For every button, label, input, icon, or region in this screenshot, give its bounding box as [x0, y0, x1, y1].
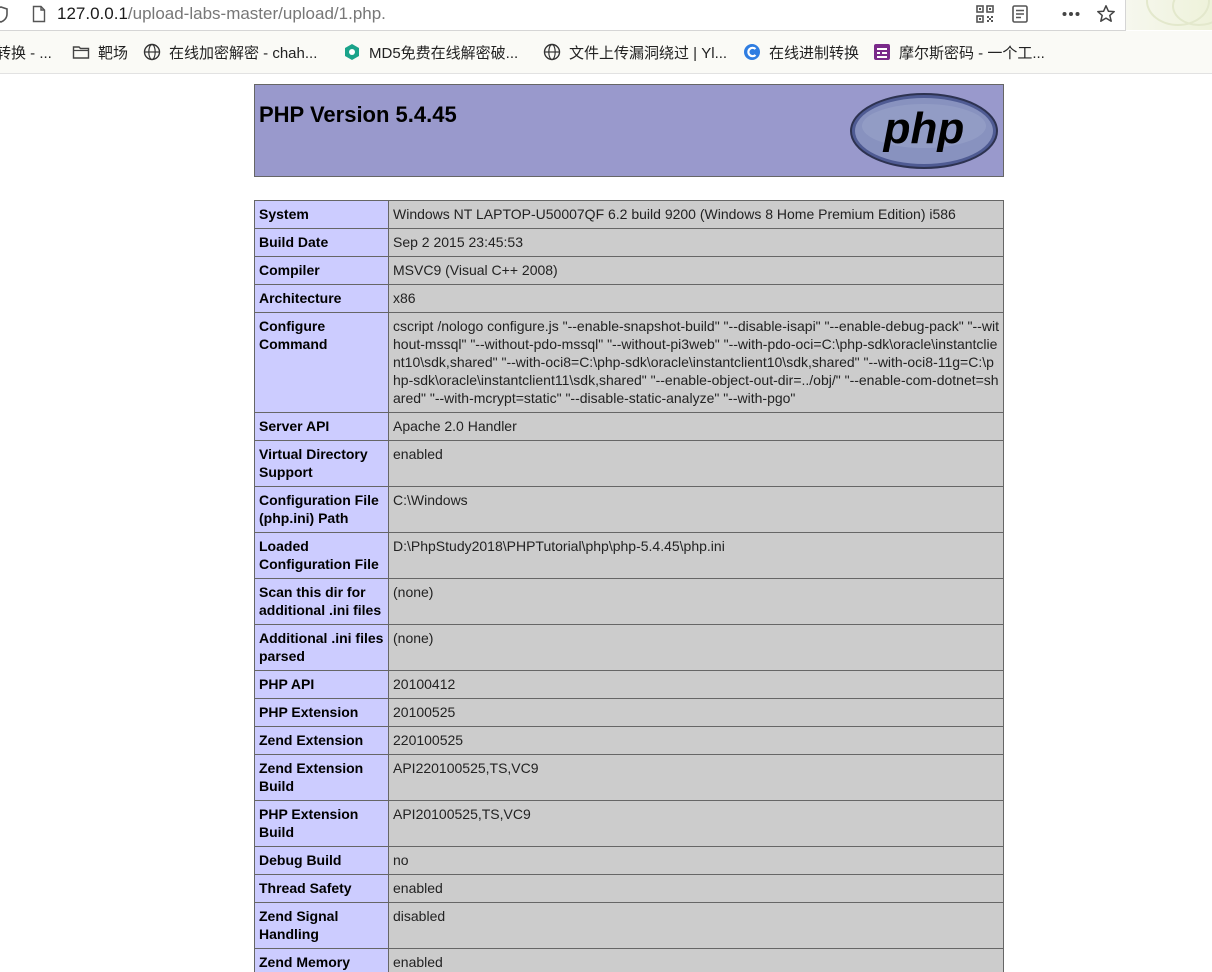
more-icon[interactable] — [1061, 4, 1081, 24]
row-value: D:\PhpStudy2018\PHPTutorial\php\php-5.4.… — [388, 532, 1004, 579]
qr-code-icon[interactable] — [975, 4, 995, 24]
row-value: cscript /nologo configure.js "--enable-s… — [388, 312, 1004, 413]
bookmark-label: 文件上传漏洞绕过 | Yl... — [569, 44, 728, 62]
theme-decoration — [1126, 0, 1212, 30]
bookmark-item[interactable]: 文件上传漏洞绕过 | Yl... — [543, 42, 727, 62]
row-value: x86 — [388, 284, 1004, 313]
row-label: Scan this dir for additional .ini files — [254, 578, 389, 625]
row-value: 220100525 — [388, 726, 1004, 755]
c-site-icon — [744, 44, 760, 60]
row-label: Zend Signal Handling — [254, 902, 389, 949]
row-label: Debug Build — [254, 846, 389, 875]
reader-view-icon[interactable] — [1010, 4, 1030, 24]
phpinfo-header: PHP Version 5.4.45 php — [254, 84, 1004, 177]
table-row: Configure Command cscript /nologo configu… — [254, 312, 1004, 413]
md5-site-icon — [345, 44, 359, 60]
bookmark-label: MD5免费在线解密破... — [369, 44, 519, 62]
table-row: PHP Extension Build API20100525,TS,VC9 — [254, 800, 1004, 847]
table-row: Loaded Configuration File D:\PhpStudy2018… — [254, 532, 1004, 579]
table-row: Zend Extension 220100525 — [254, 726, 1004, 755]
row-label: Configuration File (php.ini) Path — [254, 486, 389, 533]
row-value: MSVC9 (Visual C++ 2008) — [388, 256, 1004, 285]
row-label: Zend Extension Build — [254, 754, 389, 801]
table-row: PHP API 20100412 — [254, 670, 1004, 699]
address-bar[interactable]: 127.0.0.1/upload-labs-master/upload/1.ph… — [0, 0, 1126, 31]
row-value: C:\Windows — [388, 486, 1004, 533]
row-label: PHP API — [254, 670, 389, 699]
table-row: Additional .ini files parsed (none) — [254, 624, 1004, 671]
table-row: Zend Extension Build API220100525,TS,VC9 — [254, 754, 1004, 801]
table-row: Server API Apache 2.0 Handler — [254, 412, 1004, 441]
bookmark-label: 在线进制转换 — [769, 44, 860, 62]
table-row: Thread Safety enabled — [254, 874, 1004, 903]
morse-site-icon — [874, 44, 890, 60]
row-label: Loaded Configuration File — [254, 532, 389, 579]
row-value: 20100412 — [388, 670, 1004, 699]
table-row: Virtual Directory Support enabled — [254, 440, 1004, 487]
url-path: /upload-labs-master/upload/1.php. — [127, 4, 386, 23]
row-value: enabled — [388, 948, 1004, 972]
row-value: API220100525,TS,VC9 — [388, 754, 1004, 801]
page-title: PHP Version 5.4.45 — [259, 102, 457, 127]
table-row: Zend Signal Handling disabled — [254, 902, 1004, 949]
table-row: Scan this dir for additional .ini files(… — [254, 578, 1004, 625]
table-row: Debug Build no — [254, 846, 1004, 875]
table-row: PHP Extension 20100525 — [254, 698, 1004, 727]
bookmark-item[interactable]: MD5免费在线解密破... — [343, 42, 518, 62]
row-label: Thread Safety — [254, 874, 389, 903]
shield-icon[interactable] — [0, 6, 8, 23]
star-icon[interactable] — [1096, 4, 1116, 24]
row-value: enabled — [388, 440, 1004, 487]
row-value: no — [388, 846, 1004, 875]
bookmark-label: 转换 - ... — [0, 44, 52, 62]
bookmark-item[interactable]: 在线加密解密 - chah... — [143, 42, 317, 62]
url-text[interactable]: 127.0.0.1/upload-labs-master/upload/1.ph… — [57, 4, 386, 24]
table-row: Zend Memory Managerenabled — [254, 948, 1004, 972]
row-label: Zend Extension — [254, 726, 389, 755]
php-logo[interactable]: php — [850, 93, 998, 169]
row-value: API20100525,TS,VC9 — [388, 800, 1004, 847]
table-row: Architecture x86 — [254, 284, 1004, 313]
bookmark-item[interactable]: 转换 - ... — [0, 42, 52, 62]
row-label: Architecture — [254, 284, 389, 313]
row-label: PHP Extension Build — [254, 800, 389, 847]
row-label: Build Date — [254, 228, 389, 257]
row-value: Sep 2 2015 23:45:53 — [388, 228, 1004, 257]
bookmark-item[interactable]: 在线进制转换 — [743, 42, 859, 62]
row-value: enabled — [388, 874, 1004, 903]
folder-icon — [72, 46, 90, 59]
row-value: (none) — [388, 578, 1004, 625]
php-logo-text: php — [883, 104, 965, 153]
bookmark-label: 在线加密解密 - chah... — [169, 44, 318, 62]
table-row: Build Date Sep 2 2015 23:45:53 — [254, 228, 1004, 257]
row-label: PHP Extension — [254, 698, 389, 727]
table-row: Configuration File (php.ini) Path C:\Wind… — [254, 486, 1004, 533]
bookmarks-bar: 转换 - ... 靶场 在线加密解密 - chah... MD5免费在线解密破.… — [0, 31, 1212, 74]
row-label: Server API — [254, 412, 389, 441]
row-value: (none) — [388, 624, 1004, 671]
table-row: System Windows NT LAPTOP-U50007QF 6.2 bui… — [254, 200, 1004, 229]
row-label: Virtual Directory Support — [254, 440, 389, 487]
table-row: Compiler MSVC9 (Visual C++ 2008) — [254, 256, 1004, 285]
bookmark-item[interactable]: 摩尔斯密码 - 一个工... — [873, 42, 1045, 62]
page-content: PHP Version 5.4.45 php System Windows NT … — [0, 74, 1212, 972]
row-label: Zend Memory Manager — [254, 948, 389, 972]
row-label: Additional .ini files parsed — [254, 624, 389, 671]
row-label: System — [254, 200, 389, 229]
row-value: 20100525 — [388, 698, 1004, 727]
row-value: disabled — [388, 902, 1004, 949]
row-value: Apache 2.0 Handler — [388, 412, 1004, 441]
globe-icon — [543, 43, 561, 61]
page-icon — [32, 5, 46, 23]
row-label: Configure Command — [254, 312, 389, 413]
info-table: System Windows NT LAPTOP-U50007QF 6.2 bui… — [254, 200, 1004, 972]
url-host: 127.0.0.1 — [57, 4, 128, 23]
row-value: Windows NT LAPTOP-U50007QF 6.2 build 920… — [388, 200, 1004, 229]
row-label: Compiler — [254, 256, 389, 285]
bookmark-label: 靶场 — [98, 44, 129, 62]
globe-icon — [143, 43, 161, 61]
bookmark-label: 摩尔斯密码 - 一个工... — [899, 44, 1045, 62]
bookmark-folder[interactable]: 靶场 — [72, 42, 128, 62]
